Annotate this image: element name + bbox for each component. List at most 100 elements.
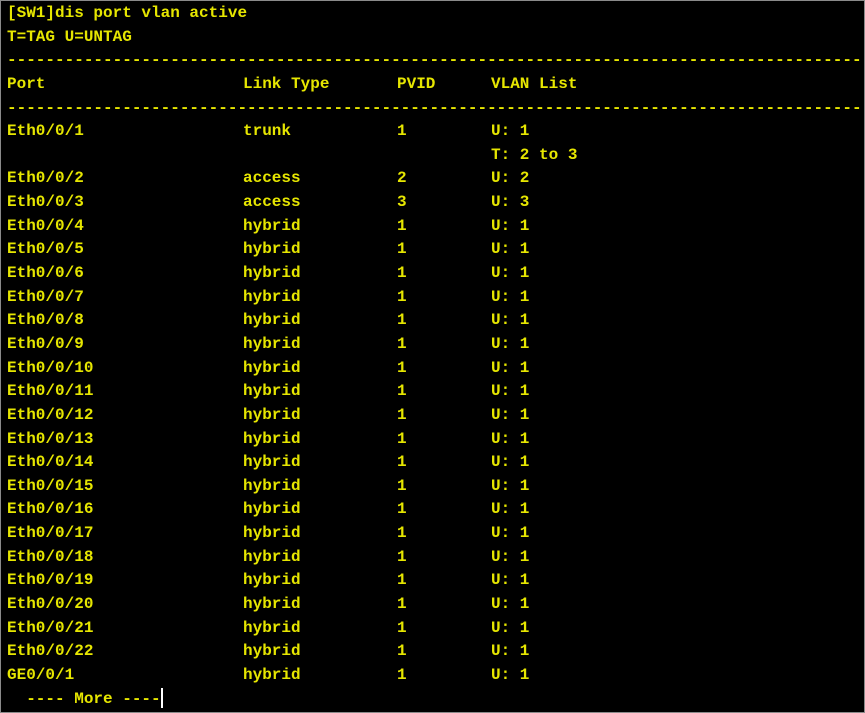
cell-pvid: 1 <box>397 240 407 259</box>
table-row: Eth0/0/5 hybrid 1 U: 1 <box>7 238 864 262</box>
cell-link-type: hybrid <box>243 500 301 519</box>
cell-vlan-list: U: 1 <box>491 287 530 306</box>
table-row: Eth0/0/10 hybrid 1 U: 1 <box>7 357 864 381</box>
cell-pvid: 1 <box>397 665 407 684</box>
cell-link-type: hybrid <box>243 571 301 590</box>
cell-pvid: 1 <box>397 311 407 330</box>
table-row: Eth0/0/15 hybrid 1 U: 1 <box>7 475 864 499</box>
cell-link-type: hybrid <box>243 240 301 259</box>
cell-port: Eth0/0/6 <box>7 264 84 283</box>
cell-port: Eth0/0/9 <box>7 334 84 353</box>
cell-link-type: hybrid <box>243 382 301 401</box>
table-row: Eth0/0/22 hybrid 1 U: 1 <box>7 640 864 664</box>
cell-link-type: hybrid <box>243 595 301 614</box>
table-row: Eth0/0/9 hybrid 1 U: 1 <box>7 333 864 357</box>
cell-link-type: hybrid <box>243 216 301 235</box>
cell-pvid: 1 <box>397 358 407 377</box>
cell-vlan-list: U: 1 <box>491 122 530 141</box>
table-row: GE0/0/1 hybrid 1 U: 1 <box>7 664 864 688</box>
cell-vlan-list: U: 1 <box>491 405 530 424</box>
cell-pvid: 1 <box>397 264 407 283</box>
table-row: Eth0/0/14 hybrid 1 U: 1 <box>7 451 864 475</box>
cell-pvid: 1 <box>397 405 407 424</box>
cell-port: Eth0/0/17 <box>7 524 94 543</box>
cell-vlan-list: U: 1 <box>491 642 530 661</box>
cell-link-type: hybrid <box>243 665 301 684</box>
cell-pvid: 1 <box>397 618 407 637</box>
cell-port: Eth0/0/18 <box>7 547 94 566</box>
cell-link-type: access <box>243 193 301 212</box>
cell-pvid: 1 <box>397 429 407 448</box>
more-prompt-line[interactable]: ---- More ---- <box>7 688 864 712</box>
cell-vlan-list: U: 1 <box>491 665 530 684</box>
cell-link-type: hybrid <box>243 264 301 283</box>
table-row: Eth0/0/21 hybrid 1 U: 1 <box>7 617 864 641</box>
cell-pvid: 1 <box>397 476 407 495</box>
cell-pvid: 1 <box>397 216 407 235</box>
table-row: Eth0/0/19 hybrid 1 U: 1 <box>7 569 864 593</box>
cell-link-type: hybrid <box>243 311 301 330</box>
cell-pvid: 1 <box>397 642 407 661</box>
header-port: Port <box>7 74 46 93</box>
cell-pvid: 1 <box>397 500 407 519</box>
cell-port: Eth0/0/4 <box>7 216 84 235</box>
table-row: Eth0/0/1 trunk 1 U: 1 <box>7 120 864 144</box>
cell-pvid: 2 <box>397 169 407 188</box>
cell-port: Eth0/0/21 <box>7 618 94 637</box>
cell-link-type: hybrid <box>243 405 301 424</box>
table-header-row: Port Link Type PVID VLAN List <box>7 73 864 97</box>
cell-link-type: trunk <box>243 122 292 141</box>
cell-vlan-list: U: 1 <box>491 382 530 401</box>
cell-link-type: hybrid <box>243 618 301 637</box>
table-row: Eth0/0/12 hybrid 1 U: 1 <box>7 404 864 428</box>
cell-pvid: 1 <box>397 524 407 543</box>
more-prompt[interactable]: ---- More ---- <box>7 690 160 708</box>
table-row: Eth0/0/7 hybrid 1 U: 1 <box>7 286 864 310</box>
table-row: Eth0/0/20 hybrid 1 U: 1 <box>7 593 864 617</box>
separator-top: ----------------------------------------… <box>7 51 864 70</box>
cell-port: Eth0/0/1 <box>7 122 84 141</box>
header-pvid: PVID <box>397 74 436 93</box>
cell-vlan-list: U: 1 <box>491 571 530 590</box>
table-row: Eth0/0/16 hybrid 1 U: 1 <box>7 498 864 522</box>
header-vlan-list: VLAN List <box>491 74 578 93</box>
terminal-window[interactable]: [SW1]dis port vlan active T=TAG U=UNTAG … <box>0 0 865 713</box>
cell-link-type: access <box>243 169 301 188</box>
terminal-screen: [SW1]dis port vlan active T=TAG U=UNTAG … <box>7 2 864 712</box>
cell-link-type: hybrid <box>243 547 301 566</box>
cell-port: Eth0/0/8 <box>7 311 84 330</box>
cell-port: Eth0/0/16 <box>7 500 94 519</box>
table-row: Eth0/0/6 hybrid 1 U: 1 <box>7 262 864 286</box>
cell-pvid: 3 <box>397 193 407 212</box>
cell-link-type: hybrid <box>243 358 301 377</box>
cell-link-type: hybrid <box>243 429 301 448</box>
cell-vlan-list: U: 3 <box>491 193 530 212</box>
cell-vlan-list: U: 1 <box>491 311 530 330</box>
cell-port: Eth0/0/14 <box>7 453 94 472</box>
table-row: Eth0/0/11 hybrid 1 U: 1 <box>7 380 864 404</box>
cell-port: Eth0/0/10 <box>7 358 94 377</box>
cell-link-type: hybrid <box>243 524 301 543</box>
cell-pvid: 1 <box>397 382 407 401</box>
cell-vlan-list: U: 1 <box>491 524 530 543</box>
cell-vlan-list: U: 2 <box>491 169 530 188</box>
table-row: Eth0/0/2 access 2 U: 2 <box>7 167 864 191</box>
cell-vlan-list: U: 1 <box>491 334 530 353</box>
cell-link-type: hybrid <box>243 334 301 353</box>
cell-vlan-list: T: 2 to 3 <box>491 145 578 164</box>
table-row: Eth0/0/8 hybrid 1 U: 1 <box>7 309 864 333</box>
separator-header: ----------------------------------------… <box>7 98 864 117</box>
cell-port: Eth0/0/19 <box>7 571 94 590</box>
cell-pvid: 1 <box>397 287 407 306</box>
cell-link-type: hybrid <box>243 476 301 495</box>
table-body: Eth0/0/1 trunk 1 U: 1 T: 2 to 3 Eth0/0/2… <box>7 120 864 688</box>
command-line: [SW1]dis port vlan active <box>7 4 248 22</box>
cell-vlan-list: U: 1 <box>491 453 530 472</box>
cell-pvid: 1 <box>397 453 407 472</box>
table-row: Eth0/0/3 access 3 U: 3 <box>7 191 864 215</box>
cell-pvid: 1 <box>397 334 407 353</box>
cell-port: Eth0/0/15 <box>7 476 94 495</box>
cell-port: Eth0/0/2 <box>7 169 84 188</box>
cell-port: GE0/0/1 <box>7 665 75 684</box>
cell-link-type: hybrid <box>243 287 301 306</box>
